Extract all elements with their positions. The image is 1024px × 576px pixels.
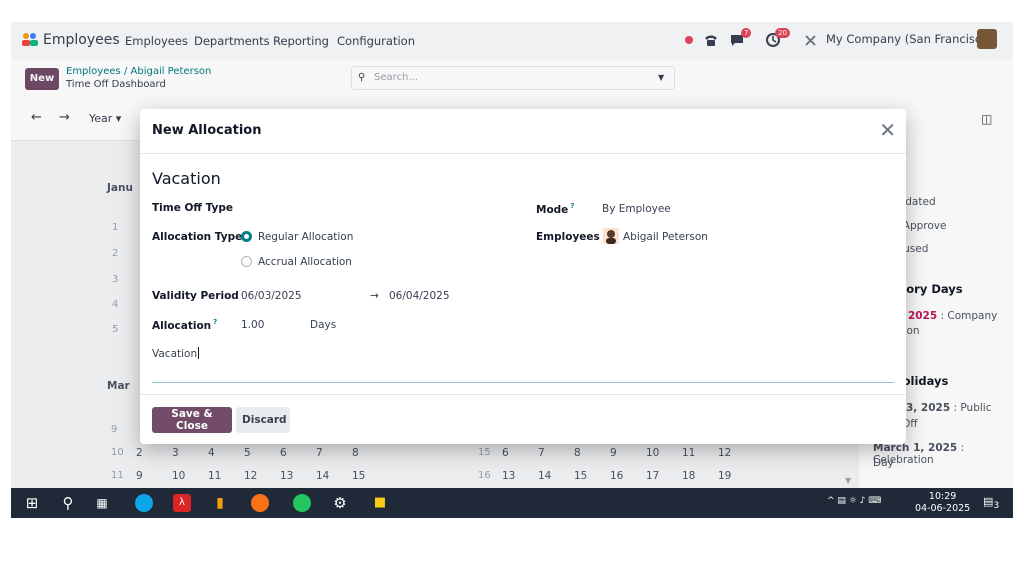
allocation-unit: Days [310,319,337,331]
dialog-footer-divider [140,394,906,395]
mode-label: Mode? [536,202,574,216]
screen: Employees Employees Departments Reportin… [11,22,1013,518]
notification-center-icon[interactable]: ▤3 [983,495,999,511]
validity-end-date[interactable]: 06/04/2025 [389,290,450,302]
brave-browser-icon[interactable] [251,494,269,512]
description-text: Vacation [152,348,198,360]
task-view-icon[interactable]: ▦ [93,494,111,512]
time-off-type-select[interactable] [241,202,521,216]
radio-regular-allocation[interactable] [241,231,252,242]
clock-date: 04-06-2025 [915,503,971,514]
clock-time: 10:29 [928,491,957,502]
person-icon [606,230,616,244]
settings-gear-icon[interactable]: ⚙ [331,494,349,512]
validity-start-date[interactable]: 06/03/2025 [241,290,302,302]
description-field[interactable]: Vacation [152,347,200,360]
dialog-title: New Allocation [152,123,262,138]
windows-taskbar: ⊞ ⚲ ▦ λ ▮ ⚙ ■ ^ ▤ ☼ ♪ ⌨ 10:29 04-06-2025… [11,488,1013,518]
allocation-days-input[interactable]: 1.00 [241,319,264,331]
power-bi-icon[interactable]: ▮ [211,494,229,512]
employees-label: Employees [536,231,600,243]
allocation-type-label: Allocation Type [152,231,243,243]
regular-allocation-label[interactable]: Regular Allocation [258,231,353,243]
description-underline [152,382,894,383]
close-icon[interactable]: ✕ [879,119,896,141]
allocation-label-text: Allocation [152,320,212,332]
taskbar-clock[interactable]: 10:29 04-06-2025 [915,491,970,515]
save-close-button[interactable]: Save & Close [152,407,232,433]
allocation-label: Allocation? [152,318,217,332]
discard-button[interactable]: Discard [236,407,290,433]
employee-avatar [603,228,619,244]
mode-label-text: Mode [536,204,569,216]
notification-count: 3 [993,500,1000,512]
edge-browser-icon[interactable] [135,494,153,512]
accrual-allocation-label[interactable]: Accrual Allocation [258,256,352,268]
pdf-reader-icon[interactable]: λ [173,494,191,512]
text-caret [198,347,200,359]
dialog-header: New Allocation ✕ [140,109,906,154]
allocation-name-field[interactable]: Vacation [152,169,221,188]
date-range-arrow-icon: → [370,290,379,302]
radio-accrual-allocation[interactable] [241,256,252,267]
help-icon[interactable]: ? [570,202,574,210]
help-icon[interactable]: ? [213,318,217,326]
validity-period-label: Validity Period [152,290,239,302]
chrome-browser-icon[interactable] [293,494,311,512]
file-explorer-icon[interactable]: ■ [371,494,389,512]
mode-select[interactable]: By Employee [602,203,671,215]
employee-tag[interactable]: Abigail Peterson [623,231,708,243]
system-tray-icons[interactable]: ^ ▤ ☼ ♪ ⌨ [827,496,881,506]
search-icon[interactable]: ⚲ [59,494,77,512]
new-allocation-dialog: New Allocation ✕ Vacation Time Off Type … [140,109,906,444]
windows-start-icon[interactable]: ⊞ [23,494,41,512]
time-off-type-label: Time Off Type [152,202,233,214]
